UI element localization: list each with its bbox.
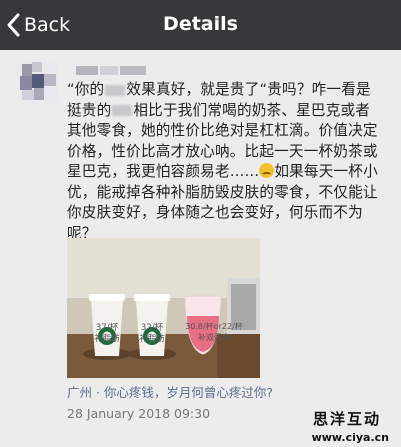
location-link[interactable]: 广州 · 你心疼钱，岁月何曾心疼过你? [67, 382, 273, 401]
redacted-text [112, 105, 133, 116]
face-emoji-icon [259, 163, 275, 178]
post-line: 你皮肤变好，身体随之也会变好，何乐而不为 [67, 204, 363, 221]
moment-post: “你的 效果真好，就是贵了“贵吗？咋一看是 挺贵的 相比于我们常喝的奶茶、星巴克或者… [0, 50, 401, 447]
post-text: “你的 效果真好，就是贵了“贵吗？咋一看是 挺贵的 相比于我们常喝的奶茶、星巴克或者… [67, 80, 393, 244]
post-line: 挺贵的 [67, 101, 112, 119]
post-timestamp: 28 January 2018 09:30 [67, 406, 211, 421]
page-title: Details [163, 13, 238, 35]
cup3-tag: 补双蛋白 [198, 333, 230, 342]
watermark-url: www.ciya.cn [311, 431, 389, 444]
post-line: 价格，性价比高才放心呐。比起一天一杯奶茶或 [67, 142, 378, 160]
post-line: “你的 [67, 81, 105, 98]
post-line: 相比于我们常喝的奶茶、星巴克或者 [133, 101, 371, 119]
cup2-tag: 补脂肪 [139, 334, 165, 344]
redacted-text [105, 84, 126, 96]
nav-bar: Back Details [0, 0, 401, 50]
post-line: 星巴克，我更怕容颜易老…… [67, 163, 260, 180]
avatar[interactable] [18, 62, 58, 102]
cup1-tag: 补脂肪 [94, 334, 120, 344]
site-watermark: 思洋互动 www.ciya.cn [284, 408, 401, 447]
photo-drawing [67, 238, 260, 378]
nickname-redacted[interactable] [76, 66, 146, 75]
post-line: 效果真好，就是贵了“贵吗？咋一看是 [126, 81, 371, 98]
post-line: 如果每天一杯小 [274, 163, 378, 180]
cup3-price: 30.8/杯or22/杯 [185, 322, 243, 331]
watermark-text: 思洋互动 [312, 410, 381, 428]
post-photo[interactable]: 37/杯 补脂肪 32/杯 补脂肪 30.8/杯or22/杯 补双蛋白 [67, 238, 260, 378]
post-line: 优，能戒掉各种补脂肪毁皮肤的零食，不仅能让 [67, 183, 378, 201]
post-line: 其他零食，她的性价比绝对是杠杠滴。价值决定 [67, 122, 378, 139]
